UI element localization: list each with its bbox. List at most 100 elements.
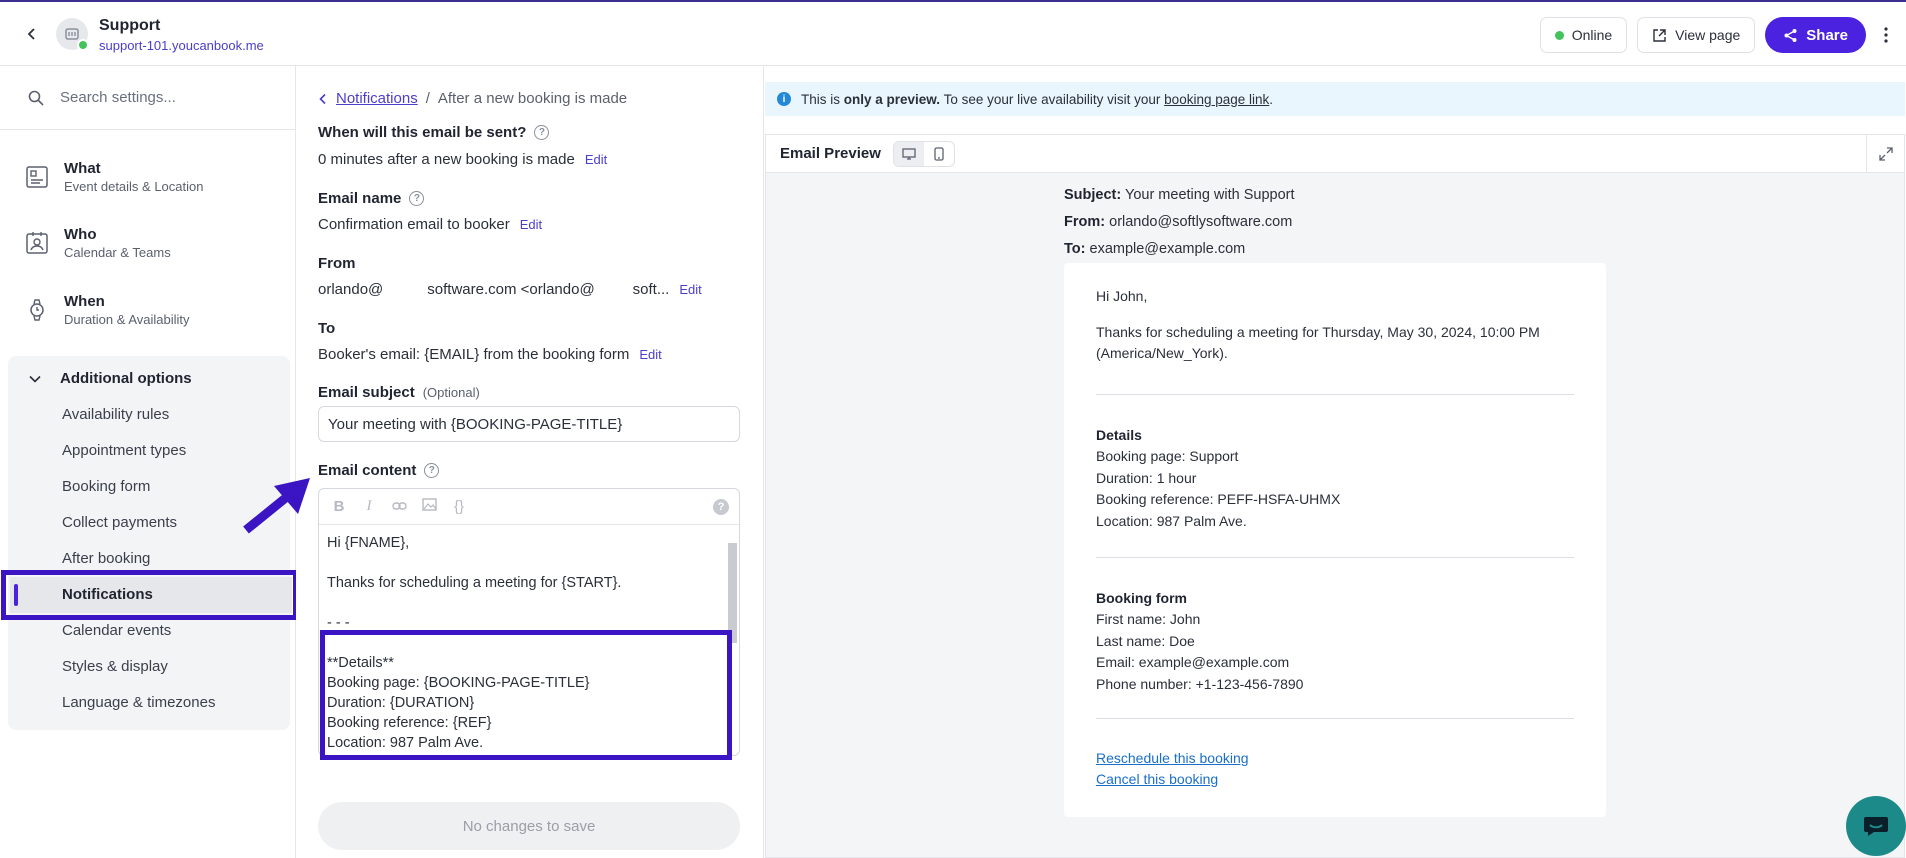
sidebar-item-appointment-types[interactable]: Appointment types [62,442,186,459]
status-dot [1554,30,1564,40]
sidebar-item-what[interactable]: What Event details & Location [24,152,284,202]
edit-when-button[interactable]: Edit [585,152,607,167]
notice-prefix: This is [801,91,844,107]
preview-from: From: orlando@softlysoftware.com [1064,214,1292,230]
booking-page-link[interactable]: booking page link [1164,92,1269,107]
share-button[interactable]: Share [1765,17,1866,53]
online-status-button[interactable]: Online [1539,17,1628,53]
sidebar-item-when[interactable]: When Duration & Availability [24,285,284,335]
italic-icon[interactable]: I [361,498,377,515]
back-button[interactable] [20,22,44,46]
annotation-arrow-icon [243,478,310,534]
edit-to-button[interactable]: Edit [639,347,661,362]
save-button[interactable]: No changes to save [318,802,740,850]
device-toggle [892,140,955,167]
status-label: Online [1571,27,1613,43]
sidebar-item-calendar-events[interactable]: Calendar events [62,622,171,639]
booking-form-line: Email: example@example.com [1096,654,1290,670]
expand-icon [1878,147,1893,161]
sidebar-item-language-timezones[interactable]: Language & timezones [62,694,215,711]
email-name-value: Confirmation email to booker Edit [318,216,542,233]
image-icon[interactable] [421,498,437,515]
breadcrumb-notifications-link[interactable]: Notifications [336,90,418,107]
kebab-menu-icon [1884,27,1888,43]
email-name-value-text: Confirmation email to booker [318,216,510,233]
editor-line: Hi {FNAME}, [327,535,410,551]
cancel-link[interactable]: Cancel this booking [1096,771,1218,787]
sidebar-item-title: Who [64,226,97,243]
view-page-label: View page [1675,27,1741,43]
subject-label: Email subject (Optional) [318,384,480,401]
editor-line: Thanks for scheduling a meeting for {STA… [327,575,622,591]
preview-pane: i This is only a preview. To see your li… [765,66,1906,858]
help-icon[interactable]: ? [409,191,425,206]
more-menu-button[interactable] [1876,17,1896,53]
when-value: 0 minutes after a new booking is made Ed… [318,151,607,168]
preview-header: Email Preview [766,135,1904,173]
app-url-link[interactable]: support-101.youcanbook.me [99,38,264,53]
breadcrumb: Notifications / After a new booking is m… [318,90,627,107]
search-input[interactable] [60,89,280,106]
contact-card-icon [24,230,50,256]
from-label-text: From [318,255,356,272]
settings-sidebar: What Event details & Location Who Calend… [0,66,296,858]
subject-optional: (Optional) [422,385,480,400]
divider [1096,394,1574,395]
chat-widget-button[interactable] [1846,796,1906,856]
sidebar-item-after-booking[interactable]: After booking [62,550,150,567]
share-label: Share [1806,26,1848,44]
sidebar-item-title: When [64,293,105,310]
divider [1096,557,1574,558]
email-preview-frame: Email Preview Subject: Your meeting with… [765,134,1905,858]
preview-title: Email Preview [780,145,881,162]
preview-notice: i This is only a preview. To see your li… [765,82,1905,116]
sidebar-item-styles-display[interactable]: Styles & display [62,658,168,675]
watch-icon [24,297,50,323]
email-greeting: Hi John, [1096,288,1148,304]
bold-icon[interactable]: B [331,498,347,515]
details-line: Booking page: Support [1096,448,1239,464]
edit-email-name-button[interactable]: Edit [520,217,542,232]
help-icon[interactable]: ? [424,463,440,478]
logo-icon [65,28,79,40]
booking-form-line: Last name: Doe [1096,633,1195,649]
sidebar-item-subtitle: Event details & Location [64,179,204,194]
view-page-button[interactable]: View page [1637,17,1756,53]
highlight-box-notifications [1,570,298,620]
breadcrumb-separator: / [425,90,430,107]
avatar[interactable] [56,18,89,51]
sidebar-item-booking-form[interactable]: Booking form [62,478,150,495]
sidebar-item-who[interactable]: Who Calendar & Teams [24,218,284,268]
search-icon [28,90,44,106]
subject-value: Your meeting with Support [1124,187,1295,203]
from-key: From: [1064,214,1106,230]
edit-from-button[interactable]: Edit [679,282,701,297]
info-icon: i [777,92,791,106]
chevron-left-icon [319,93,326,104]
reschedule-link[interactable]: Reschedule this booking [1096,750,1249,766]
additional-options-toggle[interactable]: Additional options [28,370,192,387]
desktop-view-button[interactable] [893,141,924,166]
email-subject-input[interactable]: Your meeting with {BOOKING-PAGE-TITLE} [318,406,740,442]
link-icon[interactable] [391,498,407,515]
mobile-icon [934,146,944,161]
scrollbar-thumb[interactable] [728,543,737,643]
editor-help-icon[interactable]: ? [713,499,729,515]
content-label-text: Email content [318,462,417,479]
from-value-user: orlando@ [318,281,384,298]
share-icon [1784,28,1797,42]
sidebar-item-collect-payments[interactable]: Collect payments [62,514,177,531]
help-icon[interactable]: ? [534,125,550,140]
variable-braces-icon[interactable]: {} [451,498,467,515]
expand-button[interactable] [1866,135,1904,173]
to-value-text: Booker's email: {EMAIL} from the booking… [318,346,630,363]
email-name-label: Email name ? [318,190,425,207]
mobile-view-button[interactable] [924,142,954,166]
sidebar-item-availability-rules[interactable]: Availability rules [62,406,169,423]
chevron-down-icon [29,375,41,383]
from-value: orlando@ software.com <orlando@ soft... … [318,281,702,298]
online-dot [77,39,89,51]
from-value: orlando@softlysoftware.com [1109,214,1293,230]
when-label-text: When will this email be sent? [318,124,527,141]
